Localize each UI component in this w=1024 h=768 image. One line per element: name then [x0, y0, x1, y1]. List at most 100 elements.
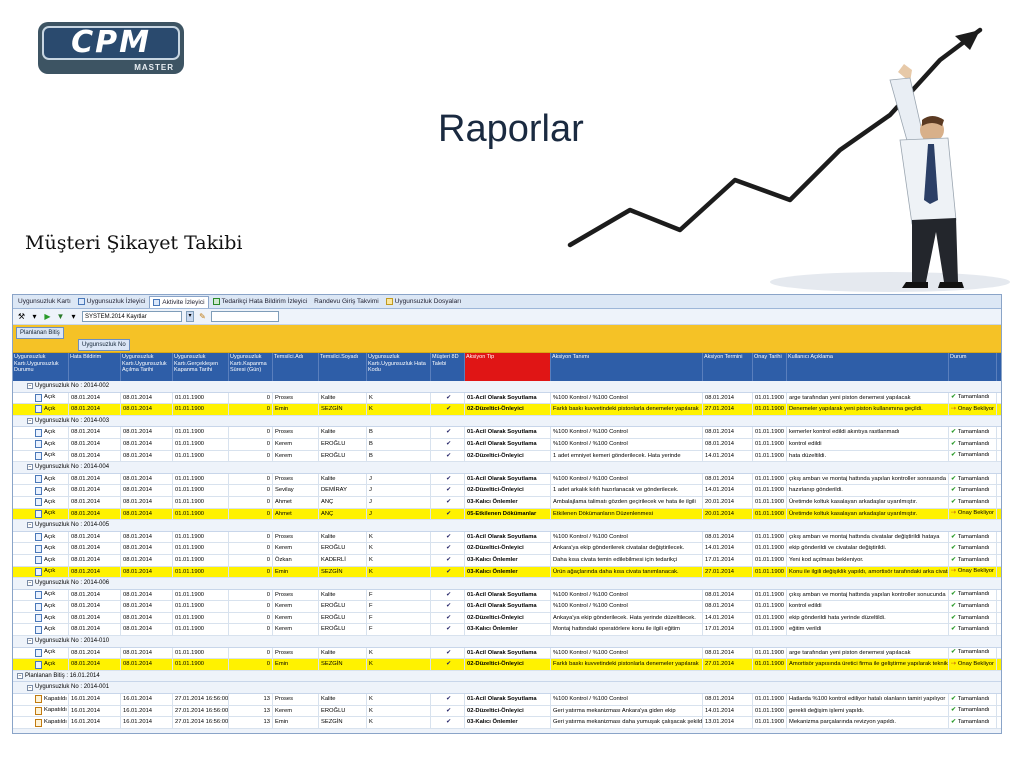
- table-cell[interactable]: 01.01.1900: [173, 659, 229, 670]
- table-row[interactable]: Açık 08.01.2014 08.01.2014 01.01.1900 0 Prose…: [13, 473, 1001, 486]
- checkbox-8d[interactable]: ✔: [431, 612, 465, 624]
- table-cell[interactable]: 08.01.2014: [69, 496, 121, 508]
- table-cell[interactable]: 08.01.2014: [121, 404, 173, 415]
- cell-status[interactable]: ✔ Tamamlandı: [949, 438, 997, 450]
- checkbox-8d[interactable]: ✔: [431, 485, 465, 496]
- table-cell[interactable]: 0: [229, 438, 273, 450]
- cell-status[interactable]: ✔ Tamamlandı: [949, 717, 997, 728]
- table-cell[interactable]: Kerem: [273, 705, 319, 717]
- table-cell[interactable]: B: [367, 438, 431, 450]
- table-cell[interactable]: J: [367, 496, 431, 508]
- table-cell[interactable]: 02-Düzeltici-Önleyici: [465, 450, 551, 462]
- table-cell[interactable]: 02-Düzeltici-Önleyici: [465, 404, 551, 415]
- checkbox-8d[interactable]: ✔: [431, 496, 465, 508]
- edit-icon[interactable]: ✎: [198, 312, 207, 321]
- table-cell[interactable]: 01.01.1900: [173, 601, 229, 612]
- table-cell[interactable]: 08.01.2014: [121, 438, 173, 450]
- table-cell[interactable]: 01.01.1900: [173, 543, 229, 554]
- table-cell[interactable]: B: [367, 427, 431, 438]
- column-header[interactable]: Uygunsuzluk Kartı.Kapanma Süresi (Gün): [229, 353, 273, 381]
- table-cell[interactable]: 0: [229, 554, 273, 566]
- cell-durum[interactable]: Kapatıldı: [13, 705, 69, 717]
- column-header[interactable]: Uygunsuzluk Kartı.Uygunsuzluk Durumu: [13, 353, 69, 381]
- table-cell[interactable]: kemerler kontrol edildi akıntıya rastlan…: [787, 427, 949, 438]
- column-header[interactable]: Uygunsuzluk Kartı.Uygunsuzluk Hata Kodu: [367, 353, 431, 381]
- table-cell[interactable]: 01.01.1900: [753, 647, 787, 659]
- table-cell[interactable]: K: [367, 694, 431, 705]
- checkbox-8d[interactable]: ✔: [431, 601, 465, 612]
- table-cell[interactable]: 08.01.2014: [69, 473, 121, 485]
- table-cell[interactable]: Proses: [273, 531, 319, 543]
- table-cell[interactable]: 16.01.2014: [69, 717, 121, 728]
- cell-status[interactable]: ✔ Tamamlandı: [949, 624, 997, 636]
- table-cell[interactable]: 08.01.2014: [121, 647, 173, 659]
- table-cell[interactable]: SEZGİN: [319, 717, 367, 728]
- tab-uygunsuzluk-dosyalari[interactable]: Uygunsuzluk Dosyaları: [383, 296, 464, 308]
- table-cell[interactable]: 16.01.2014: [69, 694, 121, 705]
- table-cell[interactable]: Ankara'ya ekip gönderilerek civatalar de…: [551, 543, 703, 554]
- cell-status[interactable]: ✔ Tamamlandı: [949, 554, 997, 566]
- cell-durum[interactable]: Açık: [13, 647, 69, 659]
- table-cell[interactable]: 01-Acil Olarak Soyutlama: [465, 589, 551, 601]
- table-cell[interactable]: 13.01.2014: [703, 717, 753, 728]
- table-cell[interactable]: F: [367, 624, 431, 636]
- table-cell[interactable]: Ambalajlama talimatı gözden geçirilecek …: [551, 496, 703, 508]
- table-cell[interactable]: 01.01.1900: [753, 473, 787, 485]
- table-cell[interactable]: F: [367, 612, 431, 624]
- table-cell[interactable]: kontrol edildi: [787, 438, 949, 450]
- checkbox-8d[interactable]: ✔: [431, 450, 465, 462]
- table-cell[interactable]: 08.01.2014: [69, 647, 121, 659]
- cell-status[interactable]: ✔ Tamamlandı: [949, 705, 997, 717]
- table-cell[interactable]: ekip gönderildi hata yerinde düzeltildi.: [787, 612, 949, 624]
- table-cell[interactable]: 01.01.1900: [173, 404, 229, 415]
- checkbox-8d[interactable]: ✔: [431, 554, 465, 566]
- table-cell[interactable]: 01.01.1900: [173, 473, 229, 485]
- collapse-icon[interactable]: −: [27, 638, 33, 645]
- table-cell[interactable]: 03-Kalıcı Önlemler: [465, 717, 551, 728]
- table-cell[interactable]: 0: [229, 589, 273, 601]
- table-cell[interactable]: 08.01.2014: [121, 554, 173, 566]
- table-cell[interactable]: 08.01.2014: [121, 566, 173, 578]
- table-cell[interactable]: 03-Kalıcı Önlemler: [465, 566, 551, 578]
- collapse-icon[interactable]: −: [27, 418, 33, 425]
- cell-durum[interactable]: Açık: [13, 427, 69, 438]
- chevron-down-icon[interactable]: ▾: [69, 312, 78, 321]
- collapse-icon[interactable]: −: [27, 464, 33, 471]
- table-cell[interactable]: 01.01.1900: [753, 543, 787, 554]
- table-cell[interactable]: 01.01.1900: [753, 624, 787, 636]
- table-cell[interactable]: Kalite: [319, 694, 367, 705]
- tab-uygunsuzluk-izleyici[interactable]: Uygunsuzluk İzleyici: [75, 296, 149, 308]
- collapse-icon[interactable]: −: [27, 383, 33, 390]
- table-cell[interactable]: 01-Acil Olarak Soyutlama: [465, 473, 551, 485]
- table-cell[interactable]: K: [367, 659, 431, 670]
- table-cell[interactable]: %100 Kontrol / %100 Control: [551, 694, 703, 705]
- table-cell[interactable]: Emin: [273, 566, 319, 578]
- table-cell[interactable]: 08.01.2014: [121, 496, 173, 508]
- table-cell[interactable]: 03-Kalıcı Önlemler: [465, 554, 551, 566]
- cell-status[interactable]: ✔ Tamamlandı: [949, 531, 997, 543]
- table-cell[interactable]: Mekanizma parçalarında revizyon yapıldı.: [787, 717, 949, 728]
- column-header[interactable]: Uygunsuzluk Kartı.Gerçekleşen Kapanma Ta…: [173, 353, 229, 381]
- table-cell[interactable]: EROĞLU: [319, 543, 367, 554]
- table-cell[interactable]: Proses: [273, 392, 319, 404]
- table-cell[interactable]: F: [367, 589, 431, 601]
- table-cell[interactable]: 01.01.1900: [173, 647, 229, 659]
- table-cell[interactable]: 08.01.2014: [703, 427, 753, 438]
- table-cell[interactable]: 0: [229, 450, 273, 462]
- table-cell[interactable]: 01.01.1900: [753, 694, 787, 705]
- table-cell[interactable]: 08.01.2014: [121, 508, 173, 520]
- table-cell[interactable]: 16.01.2014: [121, 705, 173, 717]
- table-cell[interactable]: Daha kısa civata temin edilebilmesi için…: [551, 554, 703, 566]
- table-cell[interactable]: 0: [229, 392, 273, 404]
- table-cell[interactable]: %100 Kontrol / %100 Control: [551, 438, 703, 450]
- search-input[interactable]: [211, 311, 279, 322]
- cell-durum[interactable]: Kapatıldı: [13, 717, 69, 728]
- table-row[interactable]: Açık 08.01.2014 08.01.2014 01.01.1900 0 Prose…: [13, 647, 1001, 660]
- table-cell[interactable]: 01.01.1900: [173, 531, 229, 543]
- table-cell[interactable]: Kalite: [319, 589, 367, 601]
- table-cell[interactable]: Ahmet: [273, 496, 319, 508]
- table-cell[interactable]: Kalite: [319, 427, 367, 438]
- table-cell[interactable]: 13: [229, 694, 273, 705]
- group-row[interactable]: − Uygunsuzluk No : 2014-004: [13, 462, 1001, 474]
- collapse-icon[interactable]: −: [27, 522, 33, 529]
